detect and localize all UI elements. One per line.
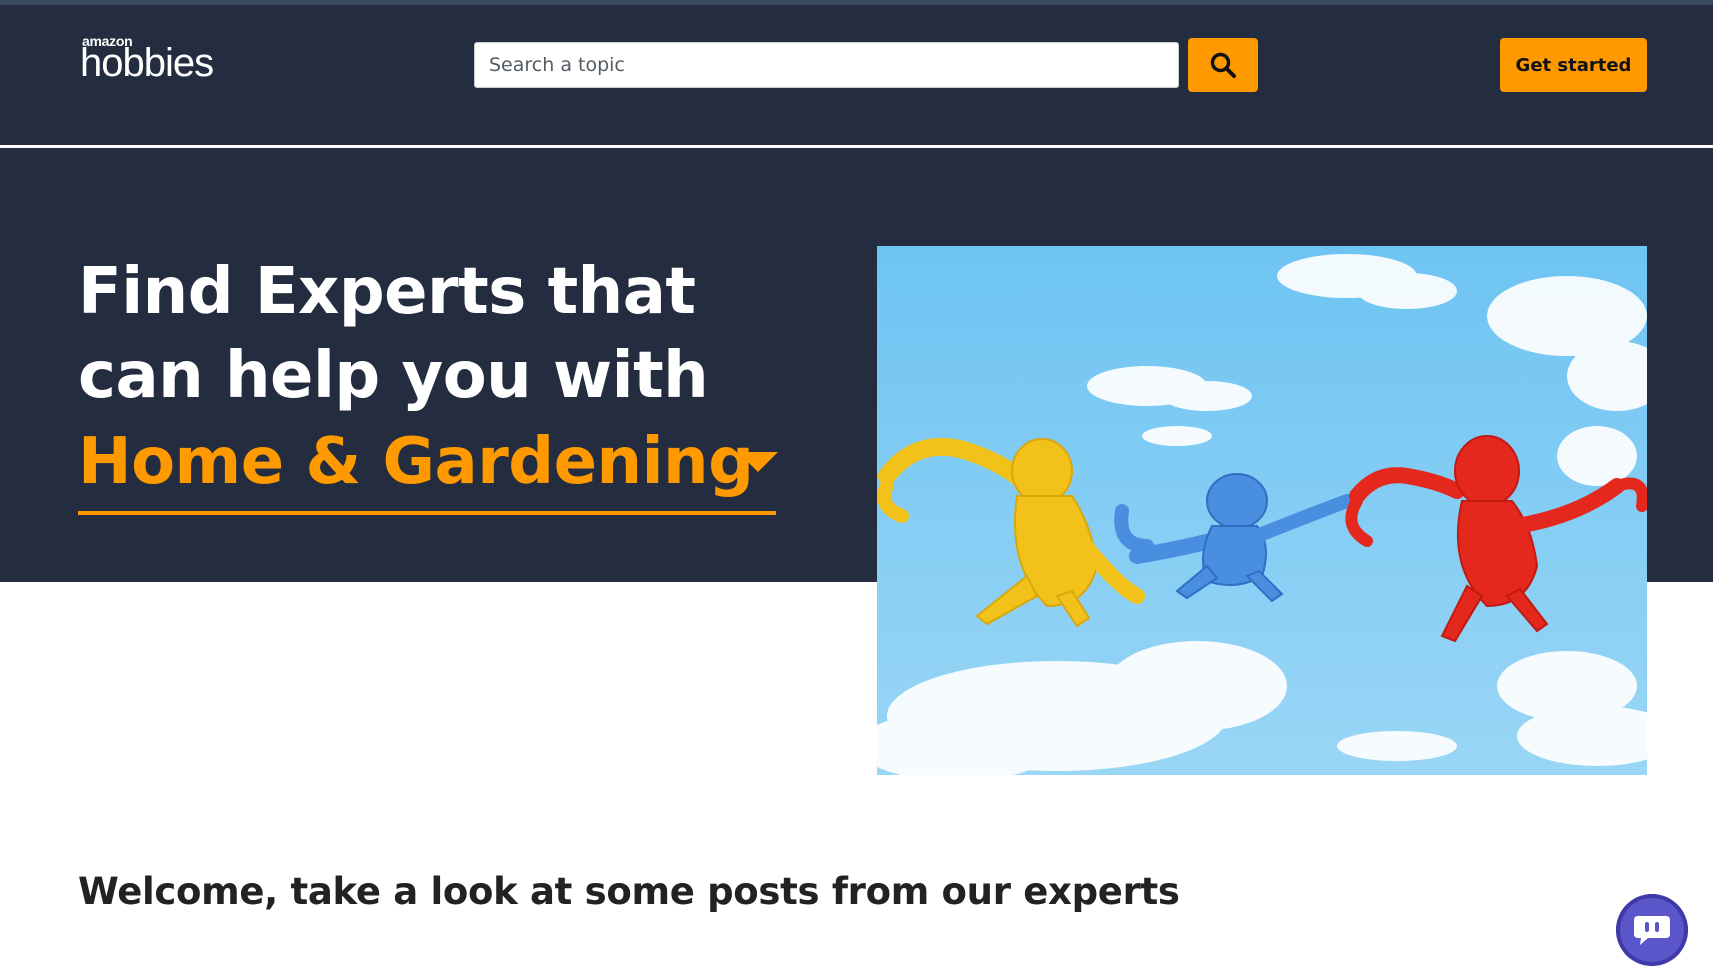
- search-box: [474, 42, 1179, 88]
- topic-dropdown[interactable]: Home & Gardening: [78, 420, 778, 515]
- site-header: amazon hobbies Get started: [0, 5, 1713, 147]
- welcome-heading: Welcome, take a look at some posts from …: [78, 870, 1180, 913]
- search-button[interactable]: [1188, 38, 1258, 92]
- amazon-hobbies-logo[interactable]: amazon hobbies: [80, 33, 240, 93]
- monkeys-in-sky-illustration: [877, 246, 1647, 775]
- chat-button[interactable]: [1616, 894, 1688, 966]
- search-input[interactable]: [475, 43, 1178, 87]
- get-started-button[interactable]: Get started: [1500, 38, 1647, 92]
- caret-down-icon: [738, 452, 778, 472]
- hero-title: Find Experts that can help you with: [78, 255, 709, 413]
- hero-image: [877, 246, 1647, 775]
- logo-hobbies-text: hobbies: [80, 41, 214, 85]
- chat-bubble-icon: [1634, 916, 1670, 945]
- search-icon: [1210, 52, 1236, 78]
- topic-dropdown-value: Home & Gardening: [78, 425, 754, 499]
